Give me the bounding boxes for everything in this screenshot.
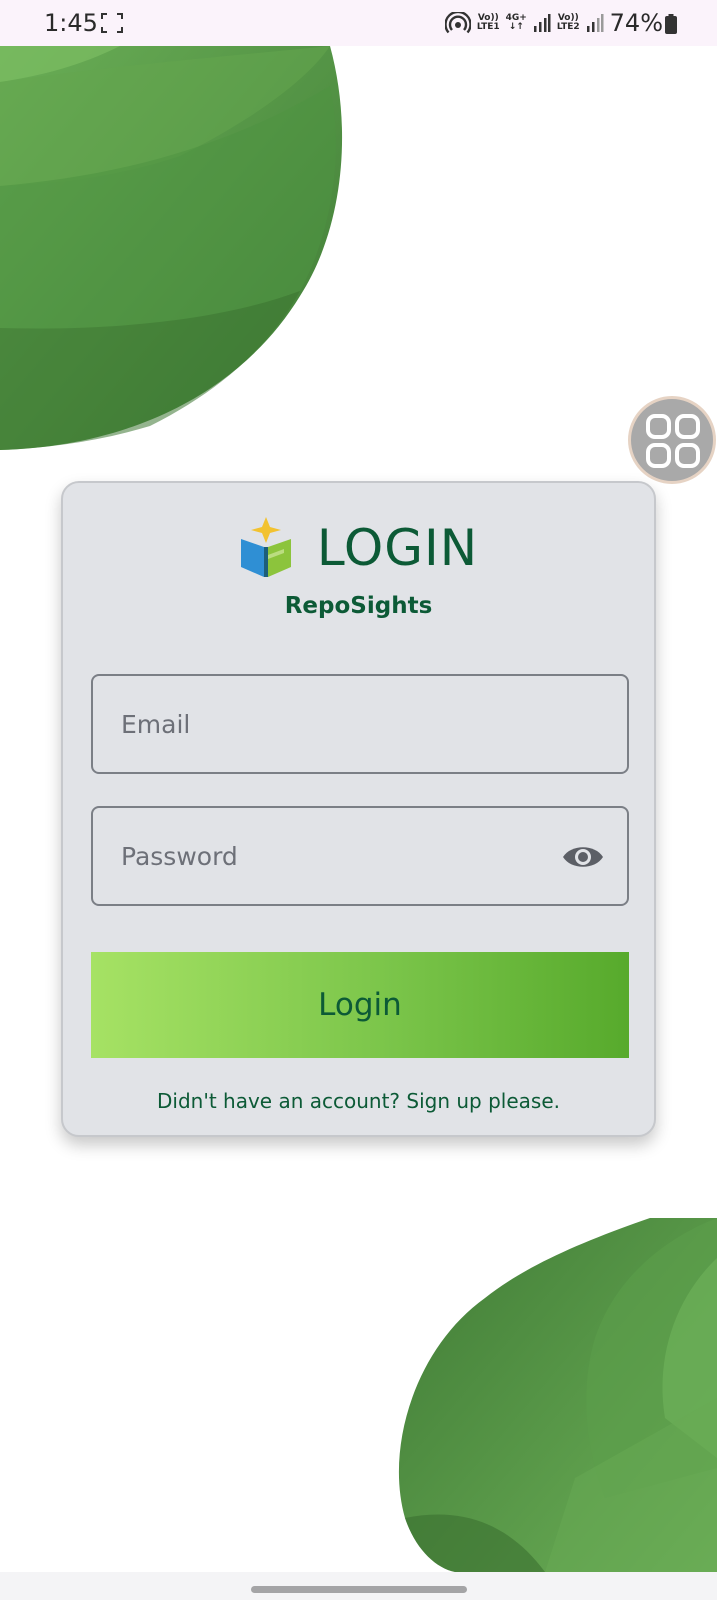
email-input[interactable] — [121, 676, 561, 772]
network-type: 4G+ ↓↑ — [505, 13, 527, 32]
login-card: LOGIN RepoSights Login Didn't have an ac… — [61, 481, 656, 1137]
hotspot-icon — [444, 12, 471, 34]
signup-link[interactable]: Didn't have an account? Sign up please. — [63, 1089, 654, 1113]
status-time: 1:45 — [44, 9, 98, 37]
battery-percent: 74% — [609, 9, 663, 37]
login-header: LOGIN — [63, 517, 654, 579]
leaf-decoration-bottom — [399, 1218, 717, 1572]
status-icons: Vo)) LTE1 4G+ ↓↑ Vo)) LTE2 74% — [444, 9, 663, 37]
email-field[interactable] — [91, 674, 629, 774]
network-2: Vo)) LTE2 — [556, 13, 580, 32]
home-gesture-handle[interactable] — [251, 1586, 467, 1593]
screenshot-frame-icon — [101, 13, 123, 33]
password-field[interactable] — [91, 806, 629, 906]
signal-bars-icon — [586, 14, 604, 32]
navigation-bar — [0, 1572, 717, 1600]
leaf-decoration-top — [0, 46, 343, 450]
signal-bars-icon — [533, 14, 551, 32]
brand-name: RepoSights — [284, 593, 433, 619]
password-input[interactable] — [121, 808, 561, 904]
login-title: LOGIN — [316, 519, 479, 577]
floating-app-grid-button[interactable] — [628, 396, 716, 484]
reposights-logo-icon — [240, 517, 291, 577]
battery-icon — [665, 14, 677, 34]
network-1: Vo)) LTE1 — [476, 13, 500, 32]
eye-icon[interactable] — [561, 841, 605, 873]
login-button[interactable]: Login — [91, 952, 629, 1058]
status-bar: 1:45 Vo)) LTE1 4G+ ↓↑ Vo)) LTE2 74% — [0, 0, 717, 46]
app-grid-icon — [646, 414, 700, 468]
